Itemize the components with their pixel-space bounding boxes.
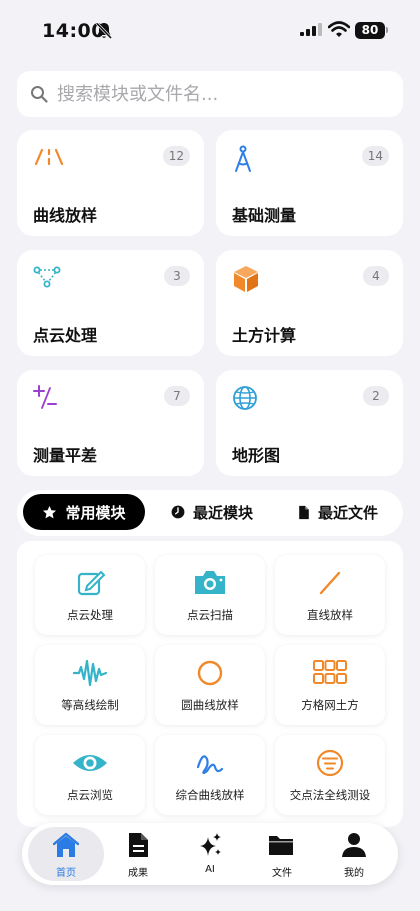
- tab-recent-files[interactable]: 最近文件: [277, 494, 399, 530]
- eye-icon: [73, 755, 107, 771]
- module-tile[interactable]: 综合曲线放样: [155, 735, 265, 815]
- module-label: 点云浏览: [67, 788, 113, 802]
- module-label: 方格网土方: [301, 698, 359, 712]
- card-count-badge: 3: [164, 266, 190, 286]
- nav-ai[interactable]: AI: [172, 827, 248, 881]
- card-topographic-map[interactable]: 2 地形图: [216, 370, 403, 476]
- nav-label: 首页: [56, 868, 76, 879]
- bottom-nav: 首页 成果 AI 文件 我的: [22, 823, 398, 885]
- wifi-icon: [328, 21, 350, 37]
- home-icon: [53, 832, 79, 857]
- module-tile[interactable]: 点云浏览: [35, 735, 145, 815]
- module-tile[interactable]: 圆曲线放样: [155, 645, 265, 725]
- clock-icon: [171, 505, 185, 519]
- card-title: 土方计算: [232, 326, 297, 345]
- module-label: 直线放样: [307, 608, 353, 622]
- nav-label: 成果: [128, 868, 148, 879]
- module-tile[interactable]: 方格网土方: [275, 645, 385, 725]
- module-grid: 点云处理 点云扫描 直线放样 等高线绘制 圆曲线放样 方格网土方 点云浏览 综合…: [17, 541, 403, 827]
- person-icon: [342, 833, 366, 857]
- card-point-cloud[interactable]: 3 点云处理: [17, 250, 204, 356]
- module-tabs: 常用模块 最近模块 最近文件: [17, 490, 403, 536]
- cube-icon: [234, 266, 258, 292]
- module-tile[interactable]: 直线放样: [275, 555, 385, 635]
- card-title: 曲线放样: [33, 206, 98, 225]
- plus-minus-icon: [33, 385, 57, 409]
- folder-icon: [269, 836, 293, 855]
- nav-label: AI: [205, 864, 215, 875]
- nav-profile[interactable]: 我的: [316, 827, 392, 881]
- star-icon: [43, 505, 57, 518]
- battery-tip: [386, 27, 388, 33]
- document-icon: [299, 505, 309, 519]
- nav-home[interactable]: 首页: [28, 827, 104, 881]
- tab-recent-modules[interactable]: 最近模块: [151, 494, 273, 530]
- signal-icon: [300, 23, 322, 36]
- tab-label: 最近模块: [192, 503, 253, 522]
- card-basic-survey[interactable]: 14 基础测量: [216, 130, 403, 236]
- module-label: 点云扫描: [187, 608, 233, 622]
- module-tile[interactable]: 点云扫描: [155, 555, 265, 635]
- nav-files[interactable]: 文件: [244, 827, 320, 881]
- line-icon: [319, 571, 341, 595]
- module-tile[interactable]: 交点法全线测设: [275, 735, 385, 815]
- module-label: 综合曲线放样: [175, 788, 245, 802]
- card-count-badge: 4: [363, 266, 389, 286]
- nav-label: 我的: [344, 868, 364, 879]
- card-title: 基础测量: [232, 206, 297, 225]
- card-earthwork[interactable]: 4 土方计算: [216, 250, 403, 356]
- circle-icon: [197, 660, 223, 686]
- card-title: 地形图: [232, 446, 281, 465]
- card-count-badge: 14: [361, 146, 389, 166]
- scribble-icon: [196, 755, 224, 775]
- bell-slash-icon: [96, 22, 112, 40]
- nav-label: 文件: [272, 868, 292, 879]
- edit-icon: [77, 570, 106, 596]
- waveform-icon: [72, 659, 108, 687]
- sparkles-icon: [200, 833, 221, 856]
- grid-icon: [313, 660, 347, 684]
- module-tile[interactable]: 等高线绘制: [35, 645, 145, 725]
- card-adjustment[interactable]: 7 测量平差: [17, 370, 204, 476]
- list-circle-icon: [316, 749, 344, 777]
- module-label: 点云处理: [67, 608, 113, 622]
- tab-label: 常用模块: [65, 503, 126, 522]
- nav-results[interactable]: 成果: [100, 827, 176, 881]
- search-bar[interactable]: [17, 71, 403, 117]
- tab-common-modules[interactable]: 常用模块: [23, 494, 145, 530]
- globe-icon: [233, 386, 257, 410]
- module-label: 等高线绘制: [61, 698, 119, 712]
- compass-icon: [235, 145, 251, 172]
- card-count-badge: 12: [162, 146, 190, 166]
- module-tile[interactable]: 点云处理: [35, 555, 145, 635]
- card-title: 点云处理: [33, 326, 98, 345]
- status-bar: 14:00 80: [0, 0, 420, 62]
- document-icon: [129, 833, 148, 857]
- tab-label: 最近文件: [317, 503, 378, 522]
- battery-icon: 80: [355, 22, 385, 39]
- module-label: 交点法全线测设: [289, 788, 371, 802]
- curve-stakeout-icon: [34, 148, 64, 166]
- camera-icon: [195, 571, 225, 594]
- card-title: 测量平差: [33, 446, 98, 465]
- search-icon: [31, 86, 48, 103]
- module-label: 圆曲线放样: [181, 698, 239, 712]
- search-input[interactable]: [57, 71, 387, 117]
- card-count-badge: 2: [363, 386, 389, 406]
- point-cloud-icon: [33, 266, 61, 288]
- card-curve-stakeout[interactable]: 12 曲线放样: [17, 130, 204, 236]
- card-count-badge: 7: [164, 386, 190, 406]
